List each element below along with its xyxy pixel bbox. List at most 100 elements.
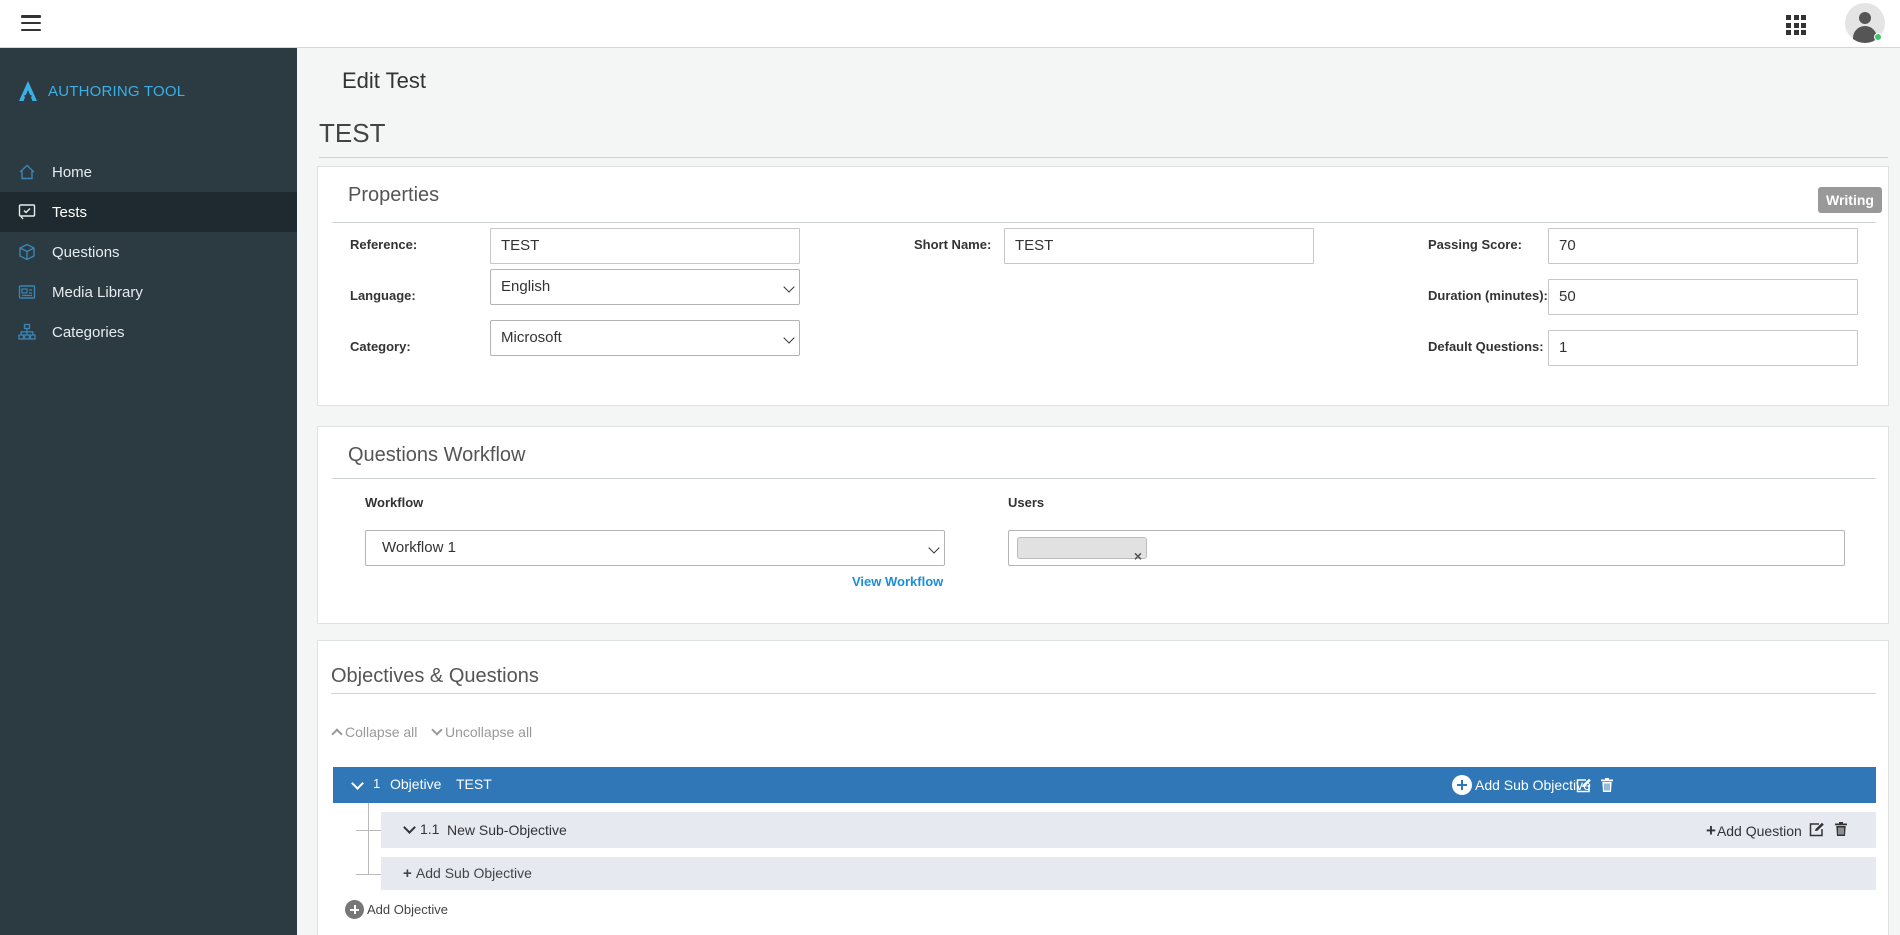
- view-workflow-link[interactable]: View Workflow: [852, 574, 943, 589]
- category-select[interactable]: Microsoft: [490, 320, 800, 356]
- uncollapse-all-button[interactable]: Uncollapse all: [431, 724, 533, 740]
- objective-row[interactable]: 1 Objetive TEST Add Sub Objective: [333, 767, 1876, 803]
- workflow-divider: [332, 478, 1876, 479]
- avatar-head: [1859, 12, 1871, 24]
- categories-icon: [18, 323, 36, 341]
- short-name-input[interactable]: TEST: [1004, 228, 1314, 264]
- workflow-select[interactable]: Workflow 1: [365, 530, 945, 566]
- add-sub-objective-row[interactable]: + Add Sub Objective: [381, 857, 1876, 890]
- edit-icon[interactable]: [1809, 822, 1825, 837]
- duration-input[interactable]: 50: [1548, 279, 1858, 315]
- remove-tag-icon[interactable]: ×: [1134, 539, 1142, 573]
- sidebar-item-tests[interactable]: Tests: [0, 192, 297, 232]
- tree-connector: [368, 803, 369, 875]
- add-objective-label: Add Objective: [367, 902, 448, 917]
- title-divider: [319, 157, 1888, 158]
- sidebar-item-media-library[interactable]: Media Library: [0, 272, 297, 312]
- media-icon: [18, 283, 36, 301]
- add-sub-objective-text: Add Sub Objective: [415, 865, 532, 881]
- sub-objective-name: New Sub-Objective: [447, 822, 567, 838]
- objectives-divider: [331, 693, 1876, 694]
- chevron-down-icon[interactable]: [351, 777, 364, 790]
- passing-score-input[interactable]: 70: [1548, 228, 1858, 264]
- add-question-label: Add Question: [1716, 823, 1802, 839]
- category-select-value: Microsoft: [501, 329, 562, 346]
- sidebar-item-categories[interactable]: Categories: [0, 312, 297, 352]
- online-status-icon: [1874, 33, 1882, 41]
- top-bar: [0, 0, 1900, 48]
- reference-label: Reference:: [350, 237, 418, 252]
- chevron-down-icon: [431, 724, 443, 736]
- users-label: Users: [1008, 495, 1045, 510]
- short-name-label: Short Name:: [914, 237, 992, 252]
- reference-input[interactable]: TEST: [490, 228, 800, 264]
- trash-icon[interactable]: [1601, 778, 1613, 792]
- add-question-button[interactable]: + Add Question: [1706, 821, 1802, 841]
- chevron-up-icon: [331, 728, 343, 740]
- status-badge: Writing: [1818, 187, 1882, 213]
- uncollapse-all-label: Uncollapse all: [445, 724, 533, 740]
- default-questions-label: Default Questions:: [1428, 339, 1544, 354]
- sidebar-item-label: Categories: [52, 323, 125, 341]
- collapse-all-label: Collapse all: [345, 724, 418, 740]
- test-icon: [18, 203, 36, 221]
- passing-score-label: Passing Score:: [1428, 237, 1522, 252]
- sidebar-item-label: Home: [52, 163, 93, 181]
- language-select[interactable]: English: [490, 269, 800, 305]
- objective-word: Objetive: [390, 776, 442, 792]
- sidebar-item-label: Questions: [52, 243, 120, 261]
- workflow-select-value: Workflow 1: [382, 539, 456, 556]
- sidebar-nav: Home Tests Questions Media Library Categ…: [0, 152, 297, 352]
- apps-grid-icon[interactable]: [1786, 15, 1806, 35]
- workflow-label: Workflow: [365, 495, 424, 510]
- sidebar: AUTHORING TOOL Home Tests Questions Medi…: [0, 48, 297, 935]
- properties-divider: [332, 222, 1876, 223]
- objective-number: 1: [373, 776, 381, 791]
- sub-objective-row[interactable]: 1.1 New Sub-Objective + Add Question: [381, 812, 1876, 848]
- sub-objective-number: 1.1: [420, 821, 440, 837]
- edit-icon[interactable]: [1576, 778, 1592, 793]
- language-select-value: English: [501, 278, 551, 295]
- properties-card: Properties Writing Reference: TEST Short…: [317, 166, 1889, 406]
- tree-connector: [356, 830, 381, 831]
- sidebar-item-label: Media Library: [52, 283, 143, 301]
- brand[interactable]: AUTHORING TOOL: [18, 80, 185, 102]
- duration-label: Duration (minutes):: [1428, 288, 1548, 303]
- add-sub-objective-link[interactable]: + Add Sub Objective: [403, 865, 532, 882]
- plus-icon: +: [403, 865, 412, 882]
- add-objective-button[interactable]: Add Objective: [345, 900, 448, 919]
- collapse-all-button[interactable]: Collapse all: [331, 724, 418, 740]
- category-label: Category:: [350, 339, 411, 354]
- plus-icon: +: [1706, 821, 1716, 840]
- workflow-card: Questions Workflow Workflow Workflow 1 V…: [317, 426, 1889, 624]
- workflow-title: Questions Workflow: [348, 444, 526, 466]
- tree-connector: [356, 874, 381, 875]
- language-label: Language:: [350, 288, 416, 303]
- chevron-down-icon[interactable]: [403, 821, 416, 834]
- users-multiselect[interactable]: ×: [1008, 530, 1845, 566]
- add-sub-objective-label: Add Sub Objective: [1475, 777, 1591, 793]
- plus-circle-icon: [1452, 775, 1472, 795]
- properties-title: Properties: [348, 184, 440, 206]
- trash-icon[interactable]: [1835, 822, 1847, 836]
- hamburger-icon[interactable]: [21, 15, 41, 32]
- objectives-card: Objectives & Questions Collapse all Unco…: [317, 640, 1889, 935]
- add-sub-objective-button[interactable]: Add Sub Objective: [1452, 775, 1591, 795]
- default-questions-input[interactable]: 1: [1548, 330, 1858, 366]
- home-icon: [18, 163, 36, 181]
- test-name-heading: TEST: [319, 118, 386, 148]
- plus-circle-icon: [345, 900, 364, 919]
- main-content: Edit Test TEST Properties Writing Refere…: [297, 48, 1900, 935]
- objectives-title: Objectives & Questions: [331, 665, 539, 687]
- sidebar-item-home[interactable]: Home: [0, 152, 297, 192]
- objective-name: TEST: [456, 776, 492, 792]
- chevron-down-icon: [928, 542, 940, 554]
- brand-name: AUTHORING TOOL: [48, 82, 186, 100]
- sidebar-item-label: Tests: [52, 203, 88, 221]
- questions-icon: [18, 243, 36, 261]
- sidebar-item-questions[interactable]: Questions: [0, 232, 297, 272]
- brand-logo-icon: [19, 81, 37, 101]
- user-tag: ×: [1017, 537, 1147, 564]
- chevron-down-icon: [783, 281, 795, 293]
- page-title: Edit Test: [342, 68, 426, 93]
